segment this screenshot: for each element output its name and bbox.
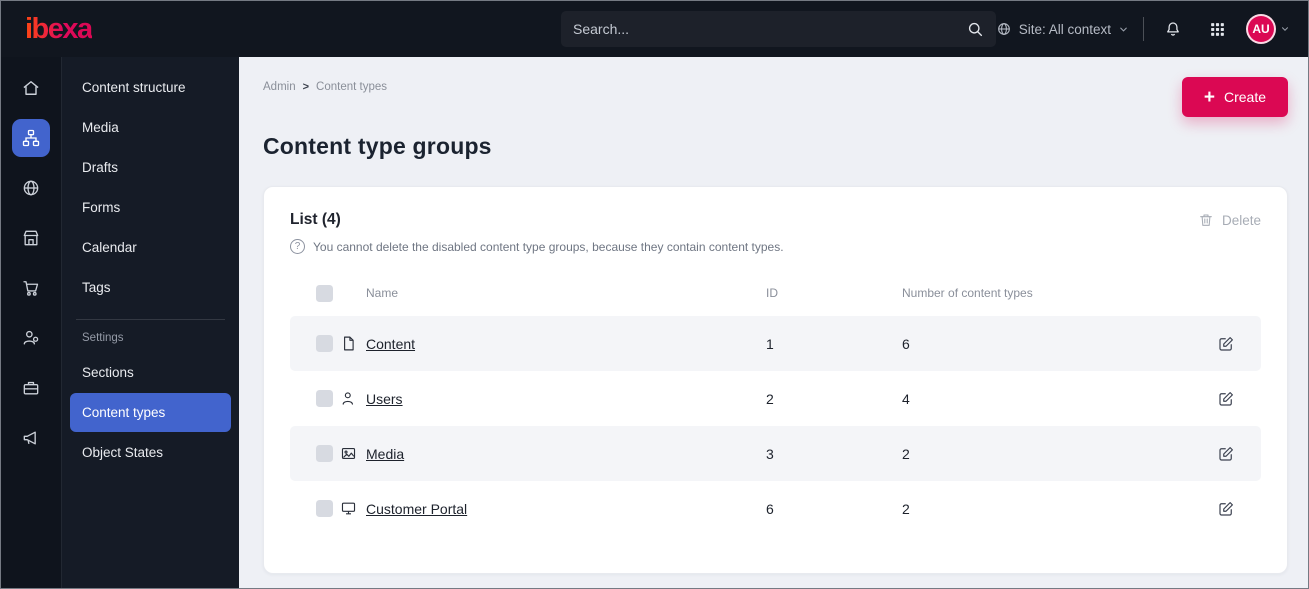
row-checkbox[interactable]: [316, 445, 333, 462]
app-grid-icon[interactable]: [1202, 14, 1232, 44]
plus-icon: +: [1203, 86, 1215, 108]
group-count: 6: [902, 335, 910, 352]
notifications-bell-icon[interactable]: [1158, 14, 1188, 44]
sidebar-item-tags[interactable]: Tags: [70, 268, 231, 307]
search-icon[interactable]: [966, 20, 984, 38]
column-header-id: ID: [766, 286, 778, 300]
sidebar-divider: [76, 319, 225, 320]
sidebar-item-label: Content types: [82, 405, 166, 420]
edit-icon[interactable]: [1213, 331, 1239, 357]
sidebar-item-object-states[interactable]: Object States: [70, 433, 231, 472]
table-row: Customer Portal 6 2: [290, 481, 1261, 536]
create-button[interactable]: + Create: [1181, 77, 1288, 117]
help-text: You cannot delete the disabled content t…: [313, 239, 784, 254]
group-id: 2: [766, 390, 774, 407]
sidebar-item-label: Media: [82, 120, 119, 135]
group-count: 2: [902, 445, 910, 462]
globe-icon: [996, 21, 1012, 37]
search-input[interactable]: [573, 21, 966, 37]
group-id: 3: [766, 445, 774, 462]
row-checkbox[interactable]: [316, 500, 333, 517]
product-catalog-icon[interactable]: [12, 219, 50, 257]
sidebar-item-label: Drafts: [82, 160, 119, 175]
main-content: Admin > Content types + Create Content t…: [239, 57, 1308, 588]
row-checkbox[interactable]: [316, 335, 333, 352]
delete-button-label: Delete: [1221, 212, 1261, 228]
topbar: ibexa Site: All context: [1, 1, 1308, 57]
sidebar-menu: Content structure Media Drafts Forms Cal…: [61, 57, 239, 588]
users-permissions-icon[interactable]: [12, 319, 50, 357]
sidebar-item-label: Sections: [82, 365, 134, 380]
site-context-selector[interactable]: Site: All context: [996, 21, 1129, 37]
ibexa-logo[interactable]: ibexa: [25, 13, 93, 45]
commerce-cart-icon[interactable]: [12, 269, 50, 307]
sidebar-item-label: Tags: [82, 280, 111, 295]
user-icon: [340, 390, 357, 407]
table-row: Users 2 4: [290, 371, 1261, 426]
logo-area: ibexa: [1, 13, 239, 46]
site-context-label: Site: All context: [1018, 21, 1111, 37]
create-button-label: Create: [1223, 89, 1266, 105]
table-header: Name ID Number of content types: [290, 270, 1261, 316]
group-link[interactable]: Users: [366, 391, 403, 407]
image-icon: [340, 445, 357, 462]
group-link[interactable]: Customer Portal: [366, 501, 467, 517]
sidebar-item-content-types[interactable]: Content types: [70, 393, 231, 432]
group-link[interactable]: Media: [366, 446, 404, 462]
delete-button[interactable]: Delete: [1198, 212, 1261, 228]
global-search: [561, 11, 996, 47]
sidebar-item-content-structure[interactable]: Content structure: [70, 68, 231, 107]
group-link[interactable]: Content: [366, 336, 415, 352]
sidebar-item-label: Forms: [82, 200, 121, 215]
edit-icon[interactable]: [1213, 496, 1239, 522]
sidebar-item-forms[interactable]: Forms: [70, 188, 231, 227]
sidebar-item-label: Content structure: [82, 80, 186, 95]
site-globe-icon[interactable]: [12, 169, 50, 207]
topbar-right: Site: All context AU: [996, 14, 1308, 44]
admin-toolbox-icon[interactable]: [12, 369, 50, 407]
sidebar-item-drafts[interactable]: Drafts: [70, 148, 231, 187]
content-type-groups-panel: List (4) Delete ? You cannot delete the …: [263, 186, 1288, 574]
content-structure-icon[interactable]: [12, 119, 50, 157]
sidebar-item-label: Calendar: [82, 240, 137, 255]
trash-icon: [1198, 212, 1214, 228]
group-id: 6: [766, 500, 774, 517]
sidebar-item-sections[interactable]: Sections: [70, 353, 231, 392]
avatar: AU: [1246, 14, 1276, 44]
breadcrumb: Admin > Content types: [263, 77, 387, 93]
select-all-checkbox[interactable]: [316, 284, 333, 302]
chevron-down-icon: [1280, 24, 1290, 34]
table-row: Content 1 6: [290, 316, 1261, 371]
topbar-divider: [1143, 17, 1144, 41]
chevron-down-icon: [1118, 24, 1129, 35]
icon-rail: [1, 57, 61, 588]
sidebar-item-label: Object States: [82, 445, 164, 460]
edit-icon[interactable]: [1213, 386, 1239, 412]
list-title: List (4): [290, 211, 341, 228]
home-icon[interactable]: [12, 69, 50, 107]
row-checkbox[interactable]: [316, 390, 333, 407]
column-header-name: Name: [366, 286, 399, 300]
sidebar-section-settings: Settings: [82, 332, 124, 344]
file-icon: [340, 335, 357, 352]
monitor-icon: [340, 500, 357, 517]
column-header-count: Number of content types: [902, 286, 1033, 300]
group-id: 1: [766, 335, 774, 352]
group-count: 4: [902, 390, 910, 407]
edit-icon[interactable]: [1213, 441, 1239, 467]
help-icon[interactable]: ?: [290, 239, 305, 254]
page-title: Content type groups: [263, 133, 492, 159]
table-row: Media 3 2: [290, 426, 1261, 481]
user-menu[interactable]: AU: [1246, 14, 1290, 44]
breadcrumb-current: Content types: [316, 81, 388, 93]
sidebar-item-calendar[interactable]: Calendar: [70, 228, 231, 267]
breadcrumb-admin[interactable]: Admin: [263, 81, 296, 93]
app-window: ibexa Site: All context: [0, 0, 1309, 589]
breadcrumb-separator: >: [302, 81, 310, 93]
marketing-megaphone-icon[interactable]: [12, 419, 50, 457]
group-count: 2: [902, 500, 910, 517]
sidebar-item-media[interactable]: Media: [70, 108, 231, 147]
